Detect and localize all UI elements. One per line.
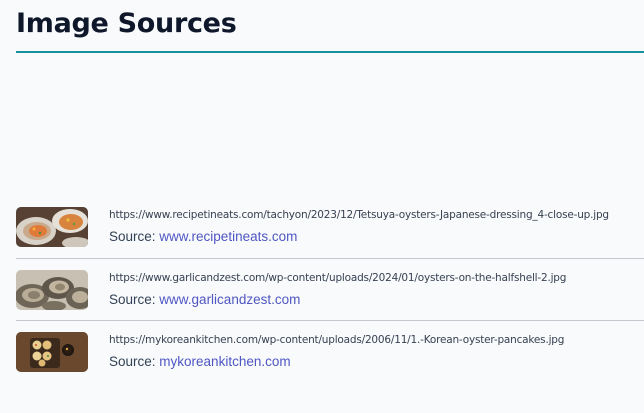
source-label: Source: [109,354,156,369]
page-title: Image Sources [16,8,237,39]
oysters-halfshell-image [16,270,88,310]
list-item: https://www.recipetineats.com/tachyon/20… [16,196,644,258]
image-source-list: https://www.recipetineats.com/tachyon/20… [16,196,644,382]
oysters-dressing-image [16,207,88,247]
source-line: Source: mykoreankitchen.com [109,353,640,371]
list-item: https://mykoreankitchen.com/wp-content/u… [16,320,644,382]
image-url: https://mykoreankitchen.com/wp-content/u… [109,334,565,346]
source-details: https://mykoreankitchen.com/wp-content/u… [109,333,640,371]
title-divider [16,51,644,53]
oyster-pancakes-thumbnail[interactable] [16,332,88,372]
source-link[interactable]: www.garlicandzest.com [159,292,300,307]
image-url: https://www.garlicandzest.com/wp-content… [109,272,567,284]
image-url: https://www.recipetineats.com/tachyon/20… [109,209,609,221]
source-link[interactable]: www.recipetineats.com [159,229,297,244]
source-details: https://www.recipetineats.com/tachyon/20… [109,208,640,246]
source-details: https://www.garlicandzest.com/wp-content… [109,271,640,309]
source-link[interactable]: mykoreankitchen.com [159,354,290,369]
page-header: Image Sources [16,6,644,53]
source-label: Source: [109,229,156,244]
list-item: https://www.garlicandzest.com/wp-content… [16,258,644,320]
source-line: Source: www.garlicandzest.com [109,291,640,309]
oyster-pancakes-image [16,332,88,372]
source-label: Source: [109,292,156,307]
oysters-dressing-thumbnail[interactable] [16,207,88,247]
source-line: Source: www.recipetineats.com [109,228,640,246]
oysters-halfshell-thumbnail[interactable] [16,270,88,310]
